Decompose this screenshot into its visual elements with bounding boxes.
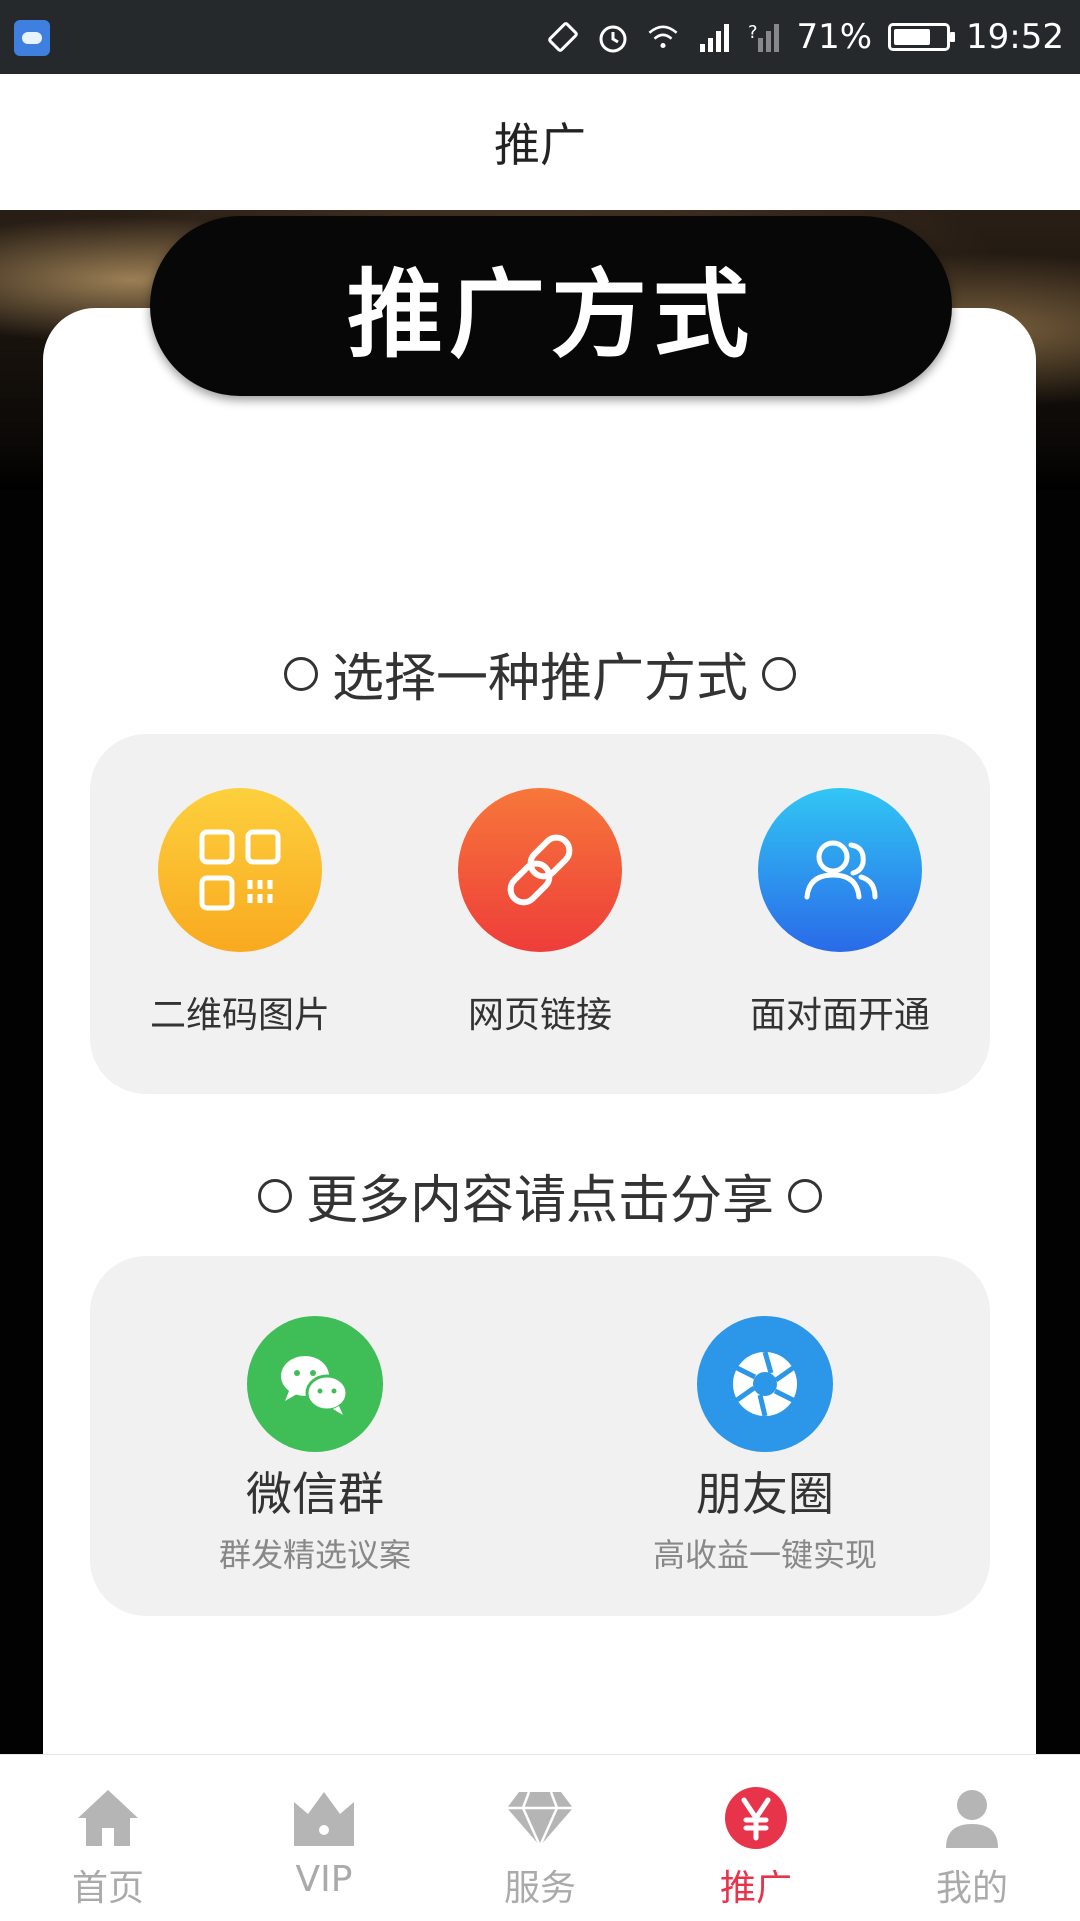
share-subtitle: 高收益一键实现 <box>652 1536 877 1574</box>
promotion-banner: 推广方式 <box>150 216 952 396</box>
option-label: 二维码图片 <box>149 995 330 1036</box>
share-moments[interactable]: 朋友圈 高收益一键实现 <box>585 1316 945 1576</box>
option-link[interactable]: 网页链接 <box>390 788 690 1038</box>
rotate-icon <box>546 20 580 54</box>
link-icon <box>458 788 622 952</box>
svg-text:?: ? <box>748 22 758 43</box>
option-label: 网页链接 <box>467 995 612 1036</box>
signal-icon <box>696 20 730 54</box>
share-wechat-group[interactable]: 微信群 群发精选议案 <box>135 1316 495 1576</box>
nav-label: VIP <box>295 1859 353 1900</box>
moments-icon <box>697 1316 833 1452</box>
share-subtitle: 群发精选议案 <box>218 1536 411 1574</box>
status-icons: ? 71% 19:52 <box>546 0 1064 74</box>
nav-label: 我的 <box>935 1868 1008 1909</box>
section-title-share: 更多内容请点击分享 <box>0 1158 1080 1233</box>
crown-icon <box>287 1783 361 1853</box>
page-title: 推广 <box>494 118 586 172</box>
battery-icon <box>888 23 956 51</box>
methods-panel: 二维码图片 网页链接 面对面开通 <box>90 734 990 1094</box>
nav-label: 服务 <box>503 1868 576 1909</box>
nav-item-service[interactable]: 服务 <box>432 1755 648 1921</box>
share-name: 微信群 <box>246 1467 384 1521</box>
weather-app-icon <box>14 20 50 56</box>
nav-item-home[interactable]: 首页 <box>0 1755 216 1921</box>
yen-icon <box>719 1783 793 1853</box>
status-bar: ? 71% 19:52 <box>0 0 1080 74</box>
wifi-icon <box>646 20 680 54</box>
share-name: 朋友圈 <box>696 1467 834 1521</box>
wechat-icon <box>247 1316 383 1452</box>
diamond-icon <box>503 1783 577 1853</box>
section-title-text: 选择一种推广方式 <box>331 649 748 709</box>
circle-decoration-icon <box>788 1178 822 1213</box>
no-signal-icon: ? <box>746 20 780 54</box>
bottom-nav: 首页 VIP 服务 推广 我的 <box>0 1754 1080 1921</box>
share-panel: 微信群 群发精选议案 朋友圈 高收益一键实现 <box>90 1256 990 1616</box>
nav-item-promotion[interactable]: 推广 <box>648 1755 864 1921</box>
circle-decoration-icon <box>762 656 796 691</box>
section-title-text: 更多内容请点击分享 <box>305 1171 774 1231</box>
home-icon <box>71 1783 145 1853</box>
circle-decoration-icon <box>283 656 318 691</box>
option-face-to-face[interactable]: 面对面开通 <box>690 788 990 1038</box>
nav-label: 推广 <box>719 1868 792 1909</box>
page-title-bar: 推广 <box>0 74 1080 210</box>
circle-decoration-icon <box>257 1178 292 1213</box>
option-label: 面对面开通 <box>749 995 930 1036</box>
nav-item-vip[interactable]: VIP <box>216 1755 432 1921</box>
alarm-icon <box>596 20 630 54</box>
battery-percent: 71% <box>796 17 873 57</box>
section-title-methods: 选择一种推广方式 <box>0 636 1080 711</box>
nav-label: 首页 <box>71 1868 144 1909</box>
option-qrcode[interactable]: 二维码图片 <box>90 788 390 1038</box>
users-icon <box>758 788 922 952</box>
banner-title: 推广方式 <box>347 258 755 371</box>
qrcode-icon <box>158 788 322 952</box>
clock: 19:52 <box>966 17 1064 57</box>
nav-item-mine[interactable]: 我的 <box>864 1755 1080 1921</box>
user-icon <box>935 1783 1009 1853</box>
